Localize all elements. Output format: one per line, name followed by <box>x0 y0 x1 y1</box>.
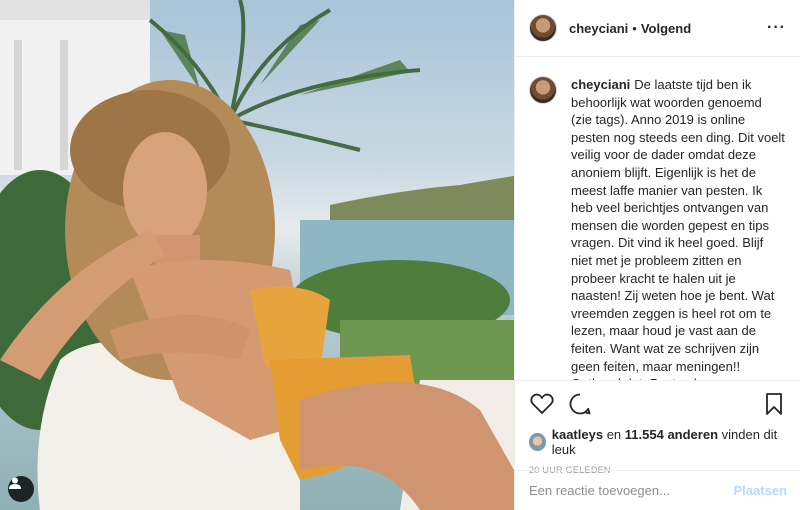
author-avatar[interactable] <box>529 14 557 42</box>
user-tag-glyph <box>9 477 21 489</box>
user-tag-icon[interactable] <box>8 476 34 502</box>
heart-glyph <box>530 393 554 414</box>
comment-glyph <box>569 393 591 415</box>
bookmark-icon[interactable] <box>761 391 787 417</box>
liker-avatar[interactable] <box>529 433 546 451</box>
follow-status-button[interactable]: Volgend <box>641 21 691 36</box>
post-sidebar: cheyciani • Volgend ··· cheyciani De laat… <box>514 0 800 510</box>
likes-count[interactable]: 11.554 anderen <box>625 427 718 442</box>
likes-connector: en <box>606 427 622 442</box>
post-comment-button[interactable]: Plaatsen <box>734 483 787 498</box>
comment-form: Plaatsen <box>515 470 800 510</box>
likes-summary: kaatleys en 11.554 anderen vinden dit le… <box>529 427 787 457</box>
caption-username[interactable]: cheyciani <box>571 77 630 92</box>
post-photo[interactable] <box>0 0 514 510</box>
caption: cheyciani De laatste tijd ben ik behoorli… <box>571 76 785 380</box>
comment-icon[interactable] <box>567 391 593 417</box>
post-actions: kaatleys en 11.554 anderen vinden dit le… <box>515 380 800 475</box>
more-options-icon[interactable]: ··· <box>767 19 786 37</box>
caption-section: cheyciani De laatste tijd ben ik behoorli… <box>515 66 800 380</box>
caption-author-avatar[interactable] <box>529 76 557 104</box>
post-header: cheyciani • Volgend ··· <box>515 0 800 57</box>
comment-input[interactable] <box>529 483 734 498</box>
heart-icon[interactable] <box>529 391 555 417</box>
bookmark-glyph <box>766 393 782 415</box>
author-username[interactable]: cheyciani <box>569 21 628 36</box>
header-separator: • <box>632 20 637 36</box>
liker-username[interactable]: kaatleys <box>552 427 603 442</box>
photo-illustration <box>0 0 514 510</box>
caption-body: De laatste tijd ben ik behoorlijk wat wo… <box>571 77 785 380</box>
action-icons <box>529 389 787 419</box>
